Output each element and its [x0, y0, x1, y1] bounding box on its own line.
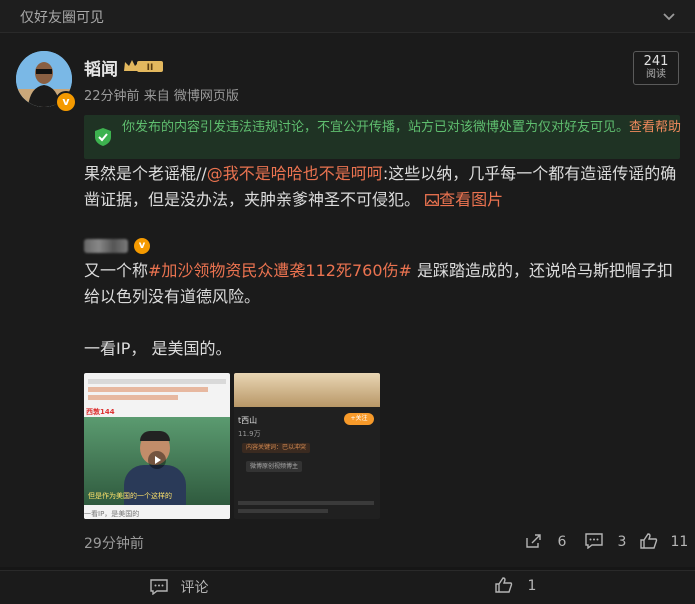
like-button[interactable]: 11	[640, 533, 688, 550]
hashtag-link[interactable]: #加沙领物资民众遭袭112死760伤#	[148, 261, 412, 280]
read-count-label: 阅读	[646, 69, 666, 80]
reposted-content: v 又一个称#加沙领物资民众遭袭112死760伤# 是踩踏造成的，还说哈马斯把帽…	[84, 232, 684, 362]
shield-icon	[95, 128, 111, 146]
post-text-prefix: 果然是个老谣棍//	[84, 164, 207, 183]
comment-icon	[585, 533, 603, 550]
mention-link[interactable]: @我不是哈哈也不是呵呵	[207, 164, 383, 183]
thumb1-tag: 西敦144	[86, 408, 115, 416]
verified-badge-icon: v	[55, 91, 77, 113]
chevron-down-icon[interactable]	[661, 8, 677, 24]
help-link[interactable]: 查看帮助	[629, 120, 681, 135]
rank-label: II	[147, 63, 154, 73]
like-count: 11	[670, 534, 689, 550]
thumbs-up-icon	[640, 533, 658, 549]
visibility-bar: 仅好友圈可见	[0, 0, 695, 33]
verified-badge-icon: v	[134, 237, 150, 254]
thumbs-up-icon	[495, 577, 513, 593]
repost-text-3: 一看IP， 是美国的。	[84, 339, 232, 358]
view-image-label: 查看图片	[439, 190, 504, 209]
thumb1-caption: 但是作为美国的一个这样的	[88, 492, 172, 500]
post-card: v 韬闻 II 22分钟前 来自 微博网页版 241 阅读 你发布的内容引发违法…	[0, 33, 695, 567]
like-action[interactable]: 1	[495, 577, 536, 594]
thumb2-name: t西山	[238, 416, 258, 425]
image-thumbnail-1[interactable]: 西敦144 但是作为美国的一个这样的 一看IP，是美国的	[84, 373, 230, 519]
play-icon[interactable]	[147, 450, 167, 470]
view-image-link[interactable]: 查看图片	[425, 190, 503, 209]
bottom-action-bar: 评论 1	[0, 570, 695, 604]
share-count: 6	[557, 534, 567, 550]
thumb1-title: 一看IP，是美国的	[84, 509, 230, 519]
comment-icon	[150, 579, 168, 596]
thumb2-follow-button[interactable]: +关注	[344, 413, 374, 425]
like-action-count: 1	[527, 578, 537, 594]
post-text: 果然是个老谣棍//@我不是哈哈也不是呵呵:这些以纳，几乎每一个都有造谣传谣的确凿…	[84, 161, 684, 213]
restriction-notice: 你发布的内容引发违法违规讨论，不宜公开传播，站方已对该微博处置为仅对好友可见。查…	[84, 115, 681, 159]
image-icon	[425, 194, 440, 206]
post-source: 来自 微博网页版	[143, 89, 239, 104]
thumb2-chip2: 微博原创视频博主	[246, 461, 303, 472]
comment-action-label: 评论	[180, 580, 209, 596]
comment-action[interactable]: 评论	[150, 577, 208, 597]
read-count-number: 241	[643, 54, 669, 69]
post-meta: 22分钟前 来自 微博网页版	[84, 85, 239, 104]
thumb2-fans: 11.9万	[238, 430, 261, 438]
repost-text-1: 又一个称	[84, 261, 149, 280]
post-time[interactable]: 22分钟前	[84, 89, 140, 104]
comment-count: 3	[617, 534, 627, 550]
read-count: 241 阅读	[633, 51, 679, 85]
crown-rank-icon: II	[124, 60, 163, 73]
comment-button[interactable]: 3	[585, 533, 626, 550]
share-button[interactable]: 6	[525, 533, 566, 550]
image-thumbnail-2[interactable]: t西山 +关注 11.9万 内容关键词：巴以冲突 微博原创视频博主	[234, 373, 380, 519]
thumb2-chip1: 内容关键词：巴以冲突	[242, 443, 311, 453]
repost-time[interactable]: 29分钟前	[84, 533, 144, 553]
visibility-label: 仅好友圈可见	[20, 10, 104, 26]
original-author-name[interactable]	[84, 238, 128, 253]
username[interactable]: 韬闻	[84, 55, 118, 80]
share-icon	[526, 534, 541, 548]
notice-text: 你发布的内容引发违法违规讨论，不宜公开传播，站方已对该微博处置为仅对好友可见。	[122, 120, 630, 135]
